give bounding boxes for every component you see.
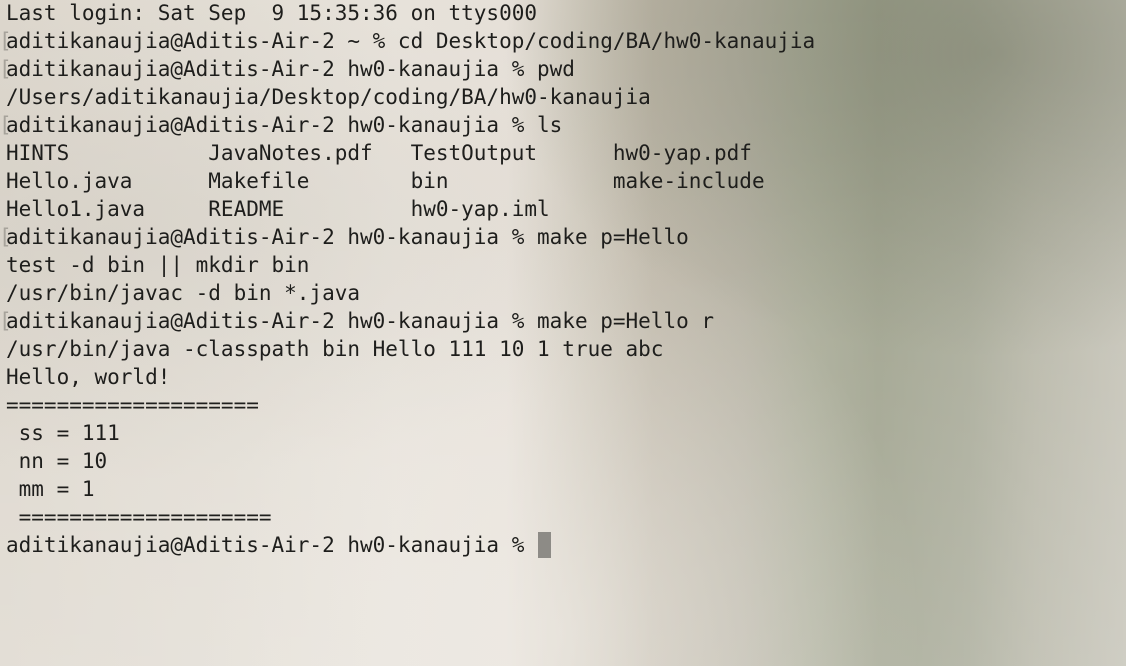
line-marker-icon: [	[0, 113, 12, 137]
terminal-line: mm = 1	[6, 477, 95, 501]
terminal-line: ====================	[6, 393, 259, 417]
terminal-window[interactable]: Last login: Sat Sep 9 15:35:36 on ttys00…	[0, 0, 1126, 666]
terminal-line: nn = 10	[6, 449, 108, 473]
line-marker-icon: [	[0, 309, 12, 333]
terminal-line: [aditikanaujia@Aditis-Air-2 ~ % cd Deskt…	[0, 29, 816, 53]
terminal-line: [aditikanaujia@Aditis-Air-2 hw0-kanaujia…	[0, 225, 689, 249]
line-marker-icon: [	[0, 29, 12, 53]
terminal-line: test -d bin || mkdir bin	[6, 253, 310, 277]
terminal-line: ss = 111	[6, 421, 120, 445]
terminal-line: /usr/bin/java -classpath bin Hello 111 1…	[6, 337, 664, 361]
terminal-line: /usr/bin/javac -d bin *.java	[6, 281, 361, 305]
line-marker-icon: [	[0, 225, 12, 249]
terminal-line: Hello1.java README hw0-yap.iml	[6, 197, 550, 221]
terminal-line: [aditikanaujia@Aditis-Air-2 hw0-kanaujia…	[0, 113, 563, 137]
terminal-line: Hello, world!	[6, 365, 171, 389]
terminal-line: Last login: Sat Sep 9 15:35:36 on ttys00…	[6, 1, 538, 25]
text-cursor[interactable]	[538, 532, 552, 558]
terminal-line: /Users/aditikanaujia/Desktop/coding/BA/h…	[6, 85, 651, 109]
terminal-line: [aditikanaujia@Aditis-Air-2 hw0-kanaujia…	[0, 309, 715, 333]
terminal-line: [aditikanaujia@Aditis-Air-2 hw0-kanaujia…	[0, 57, 575, 81]
line-marker-icon: [	[0, 57, 12, 81]
terminal-line: Hello.java Makefile bin make-include	[6, 169, 765, 193]
terminal-line: HINTS JavaNotes.pdf TestOutput hw0-yap.p…	[6, 141, 752, 165]
terminal-prompt-line[interactable]: aditikanaujia@Aditis-Air-2 hw0-kanaujia …	[0, 531, 1126, 559]
terminal-line: ====================	[6, 505, 272, 529]
terminal-prompt: aditikanaujia@Aditis-Air-2 hw0-kanaujia …	[6, 533, 538, 557]
